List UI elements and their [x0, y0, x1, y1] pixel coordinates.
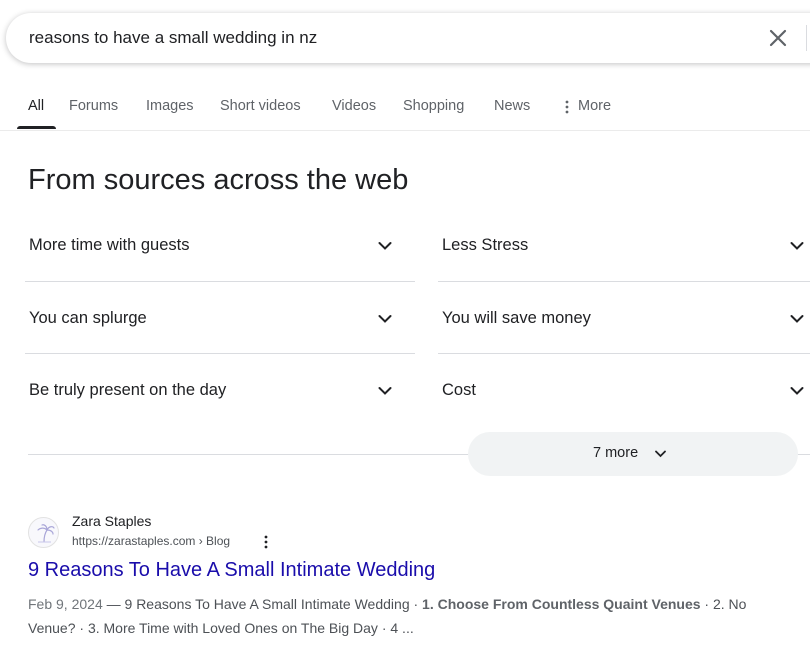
- result-url[interactable]: https://zarastaples.com › Blog: [72, 534, 230, 548]
- more-vert-icon[interactable]: [264, 535, 268, 549]
- divider: [438, 353, 810, 354]
- accordion-label: Less Stress: [442, 236, 529, 254]
- accordion-label: You can splurge: [29, 309, 147, 327]
- chevron-down-icon: [790, 315, 804, 323]
- chevron-down-icon: [790, 242, 804, 250]
- accordion-label: More time with guests: [29, 236, 190, 254]
- divider: [25, 281, 415, 282]
- tab-all[interactable]: All: [28, 98, 44, 114]
- snippet-lead: — 9 Reasons To Have A Small Intimate Wed…: [102, 596, 423, 612]
- palm-tree-icon: [37, 524, 55, 543]
- site-favicon[interactable]: [28, 517, 59, 548]
- accordion-label: Be truly present on the day: [29, 381, 227, 399]
- result-site-name[interactable]: Zara Staples: [72, 513, 151, 529]
- accordion-item-less-stress[interactable]: Less Stress: [438, 236, 810, 308]
- result-snippet: Feb 9, 2024 — 9 Reasons To Have A Small …: [28, 592, 788, 640]
- divider: [438, 281, 810, 282]
- tab-short-videos[interactable]: Short videos: [220, 98, 301, 114]
- chevron-down-icon: [378, 387, 392, 395]
- close-icon[interactable]: [768, 28, 788, 48]
- snippet-highlight: 1. Choose From Countless Quaint Venues: [422, 596, 701, 612]
- accordion-item-be-truly-present[interactable]: Be truly present on the day: [25, 381, 415, 453]
- chevron-down-icon: [378, 315, 392, 323]
- accordion-item-more-time-with-guests[interactable]: More time with guests: [25, 236, 415, 308]
- accordion-label: Cost: [442, 381, 476, 399]
- active-tab-indicator: [17, 126, 56, 129]
- more-vert-icon[interactable]: [565, 100, 569, 114]
- tab-more[interactable]: More: [578, 98, 611, 114]
- show-more-label: 7 more: [593, 445, 639, 461]
- tab-forums[interactable]: Forums: [69, 98, 118, 114]
- tab-news[interactable]: News: [494, 98, 530, 114]
- divider: [25, 353, 415, 354]
- result-title-link[interactable]: 9 Reasons To Have A Small Intimate Weddi…: [28, 559, 435, 582]
- chevron-down-icon: [655, 450, 666, 458]
- tab-videos[interactable]: Videos: [332, 98, 376, 114]
- search-divider: [806, 25, 807, 51]
- chevron-down-icon: [790, 387, 804, 395]
- result-date: Feb 9, 2024: [28, 596, 103, 612]
- tab-images[interactable]: Images: [146, 98, 194, 114]
- search-tabs: All Forums Images Short videos Videos Sh…: [0, 82, 810, 131]
- tab-shopping[interactable]: Shopping: [403, 98, 464, 114]
- accordion-item-you-can-splurge[interactable]: You can splurge: [25, 309, 415, 381]
- search-input[interactable]: reasons to have a small wedding in nz: [29, 28, 317, 48]
- search-bar[interactable]: reasons to have a small wedding in nz: [6, 13, 810, 63]
- section-title: From sources across the web: [28, 164, 409, 196]
- show-more-button[interactable]: 7 more: [468, 432, 798, 476]
- accordion-item-you-will-save-money[interactable]: You will save money: [438, 309, 810, 381]
- accordion-label: You will save money: [442, 309, 591, 327]
- chevron-down-icon: [378, 242, 392, 250]
